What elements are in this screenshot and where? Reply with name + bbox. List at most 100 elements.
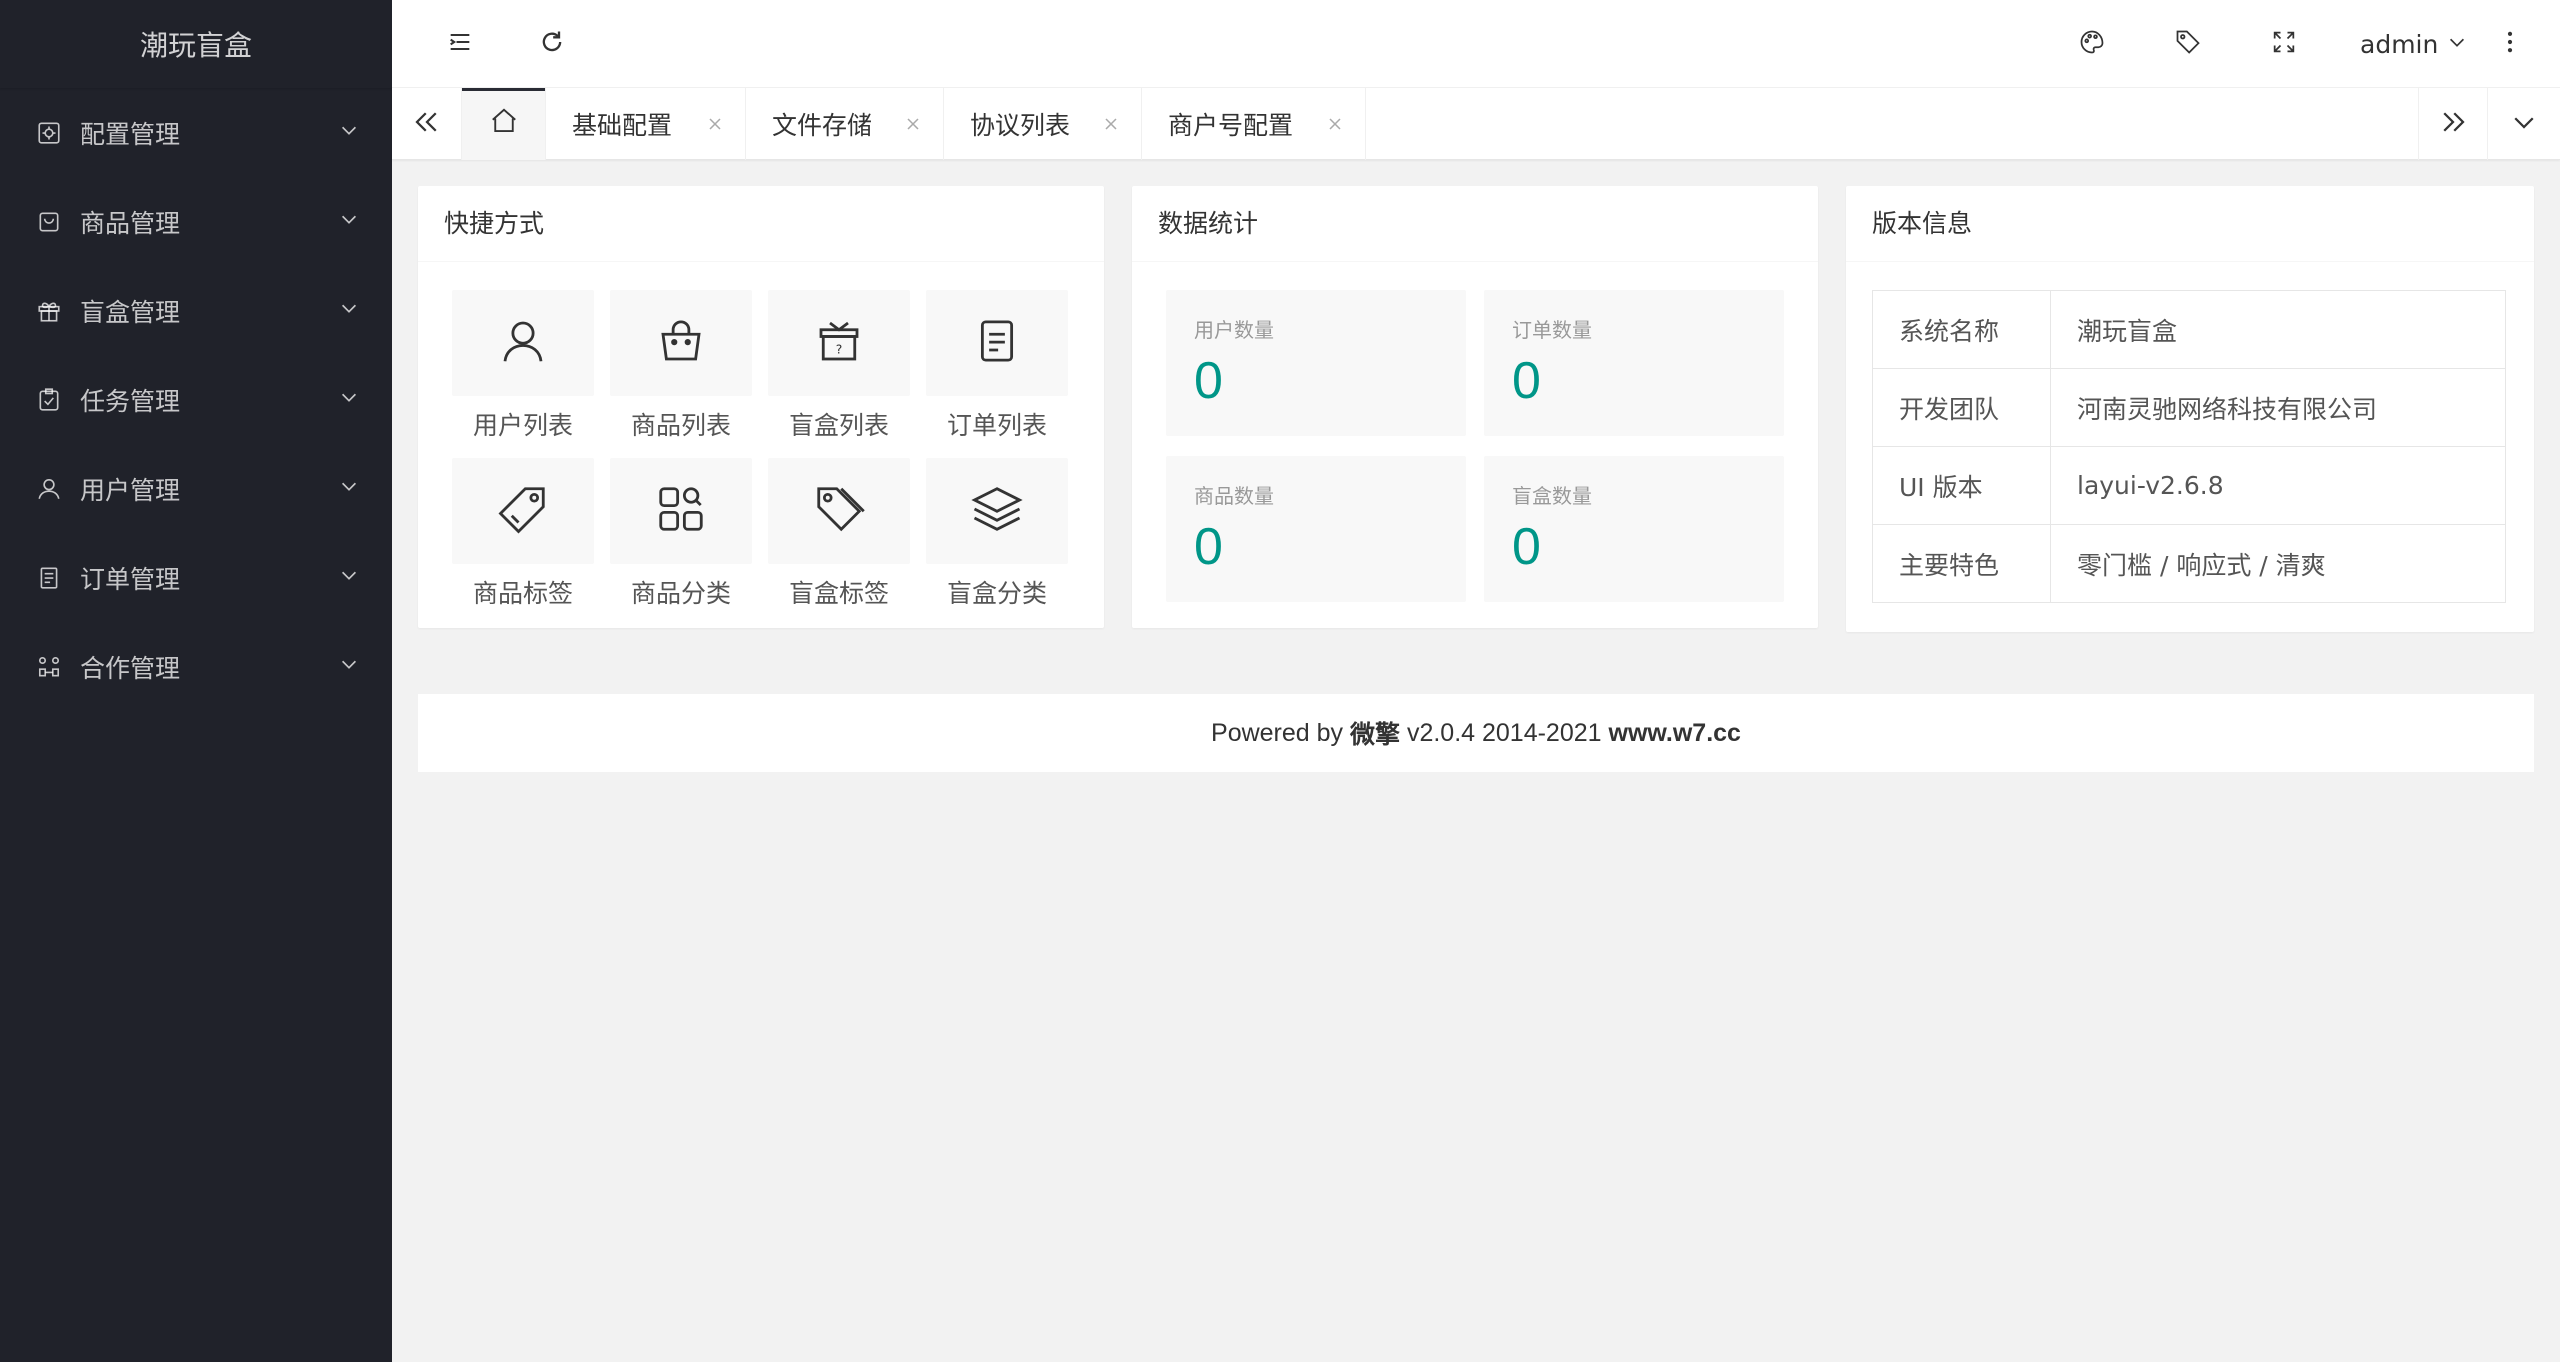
tags-icon xyxy=(812,482,866,540)
close-icon[interactable] xyxy=(703,112,727,136)
chevron-down-icon xyxy=(338,474,360,503)
chevron-down-icon xyxy=(338,296,360,325)
more-button[interactable] xyxy=(2482,0,2538,88)
tab-basic-config[interactable]: 基础配置 xyxy=(546,88,746,160)
sidebar-item-tasks[interactable]: 任务管理 xyxy=(0,355,392,444)
footer-prefix: Powered by xyxy=(1211,718,1350,747)
sidebar-item-label: 配置管理 xyxy=(80,119,181,149)
chevrons-left-icon xyxy=(412,107,442,141)
shortcut-order-list[interactable]: 订单列表 xyxy=(926,290,1068,442)
layers-icon xyxy=(970,482,1024,540)
tab-file-storage[interactable]: 文件存储 xyxy=(746,88,944,160)
stat-value: 0 xyxy=(1194,518,1223,576)
theme-button[interactable] xyxy=(2064,0,2120,88)
table-key: 系统名称 xyxy=(1872,290,2051,369)
note-button[interactable] xyxy=(2160,0,2216,88)
close-icon[interactable] xyxy=(1323,112,1347,136)
sidebar-item-products[interactable]: 商品管理 xyxy=(0,177,392,266)
refresh-icon xyxy=(538,28,566,60)
shortcut-label: 商品标签 xyxy=(472,579,573,608)
footer-site-link[interactable]: www.w7.cc xyxy=(1609,719,1741,748)
refresh-button[interactable] xyxy=(524,0,580,88)
user-icon xyxy=(36,476,62,502)
tab-label: 文件存储 xyxy=(772,111,873,140)
chevron-down-icon xyxy=(2438,30,2468,59)
svg-text:?: ? xyxy=(836,342,843,356)
sidebar-item-users[interactable]: 用户管理 xyxy=(0,444,392,533)
chevron-down-icon xyxy=(338,652,360,681)
menu-toggle-button[interactable] xyxy=(432,0,488,88)
shortcut-label: 订单列表 xyxy=(946,411,1047,440)
stat-label: 订单数量 xyxy=(1512,318,1592,342)
fullscreen-button[interactable] xyxy=(2256,0,2312,88)
tab-label: 基础配置 xyxy=(572,111,673,140)
fullscreen-icon xyxy=(2270,28,2298,60)
table-row: 开发团队 河南灵驰网络科技有限公司 xyxy=(1872,368,2506,447)
tab-agreement-list[interactable]: 协议列表 xyxy=(944,88,1142,160)
tab-menu-button[interactable] xyxy=(2488,88,2560,160)
stats-card: 数据统计 用户数量 0 订单数量 0 商品数量 0 盲盒数量 0 xyxy=(1132,186,1818,628)
username: admin xyxy=(2360,29,2439,59)
shortcut-label: 盲盒列表 xyxy=(788,411,889,440)
shortcuts-card: 快捷方式 用户列表 商品列表 ? 盲盒列表 订单列表 商品标签 商品分类 盲盒标… xyxy=(418,186,1104,628)
footer-version: v2.0.4 2014-2021 xyxy=(1400,718,1609,747)
shortcut-blindbox-list[interactable]: ? 盲盒列表 xyxy=(768,290,910,442)
palette-icon xyxy=(2078,28,2106,60)
shortcut-user-list[interactable]: 用户列表 xyxy=(452,290,594,442)
sidebar-item-label: 商品管理 xyxy=(80,208,181,238)
tab-label: 商户号配置 xyxy=(1168,111,1294,140)
footer: Powered by 微擎 v2.0.4 2014-2021 www.w7.cc xyxy=(418,694,2534,772)
tab-merchant-config[interactable]: 商户号配置 xyxy=(1142,88,1366,160)
close-icon[interactable] xyxy=(1099,112,1123,136)
stat-blindbox-count: 盲盒数量 0 xyxy=(1484,456,1784,602)
sidebar-item-partners[interactable]: 合作管理 xyxy=(0,622,392,711)
sidebar-item-label: 订单管理 xyxy=(80,564,181,594)
category-icon xyxy=(654,482,708,540)
sidebar-item-blindbox[interactable]: 盲盒管理 xyxy=(0,266,392,355)
table-row: UI 版本 layui-v2.6.8 xyxy=(1872,446,2506,525)
card-title: 数据统计 xyxy=(1132,186,1818,262)
user-menu[interactable]: admin xyxy=(2360,0,2468,88)
chevron-down-icon xyxy=(338,207,360,236)
footer-brand[interactable]: 微擎 xyxy=(1350,715,1400,751)
chevron-down-icon xyxy=(338,563,360,592)
table-row: 主要特色 零门槛 / 响应式 / 清爽 xyxy=(1872,524,2506,603)
stat-order-count: 订单数量 0 xyxy=(1484,290,1784,436)
shortcut-label: 用户列表 xyxy=(472,411,573,440)
shortcut-product-tags[interactable]: 商品标签 xyxy=(452,458,594,610)
tab-home[interactable] xyxy=(462,88,546,160)
stat-value: 0 xyxy=(1512,352,1541,410)
document-icon xyxy=(36,565,62,591)
stat-product-count: 商品数量 0 xyxy=(1166,456,1466,602)
tab-scroll-left-button[interactable] xyxy=(392,88,462,160)
table-value: 零门槛 / 响应式 / 清爽 xyxy=(2050,524,2506,603)
version-table: 系统名称 潮玩盲盒 开发团队 河南灵驰网络科技有限公司 UI 版本 layui-… xyxy=(1872,290,2506,603)
menu-fold-icon xyxy=(446,28,474,60)
more-vertical-icon xyxy=(2496,28,2524,60)
shortcut-product-category[interactable]: 商品分类 xyxy=(610,458,752,610)
chevrons-right-icon xyxy=(2438,107,2468,141)
shortcut-product-list[interactable]: 商品列表 xyxy=(610,290,752,442)
tag-icon xyxy=(2174,28,2202,60)
app-logo[interactable]: 潮玩盲盒 xyxy=(0,0,392,88)
sidebar-item-label: 盲盒管理 xyxy=(80,297,181,327)
gift-icon xyxy=(36,298,62,324)
stat-label: 盲盒数量 xyxy=(1512,484,1592,508)
shortcut-label: 商品列表 xyxy=(630,411,731,440)
top-header: admin xyxy=(392,0,2560,88)
sidebar-item-label: 用户管理 xyxy=(80,475,181,505)
settings-icon xyxy=(36,120,62,146)
tab-scroll-right-button[interactable] xyxy=(2418,88,2488,160)
shortcut-blindbox-category[interactable]: 盲盒分类 xyxy=(926,458,1068,610)
mystery-box-icon: ? xyxy=(812,314,866,372)
home-icon xyxy=(489,106,519,142)
close-icon[interactable] xyxy=(901,112,925,136)
shopping-bag-icon xyxy=(654,314,708,372)
table-key: 主要特色 xyxy=(1872,524,2051,603)
tab-bar: 基础配置 文件存储 协议列表 商户号配置 xyxy=(392,88,2560,160)
sidebar-item-orders[interactable]: 订单管理 xyxy=(0,533,392,622)
sidebar-item-config[interactable]: 配置管理 xyxy=(0,88,392,177)
stat-user-count: 用户数量 0 xyxy=(1166,290,1466,436)
shortcut-label: 商品分类 xyxy=(630,579,731,608)
shortcut-blindbox-tags[interactable]: 盲盒标签 xyxy=(768,458,910,610)
